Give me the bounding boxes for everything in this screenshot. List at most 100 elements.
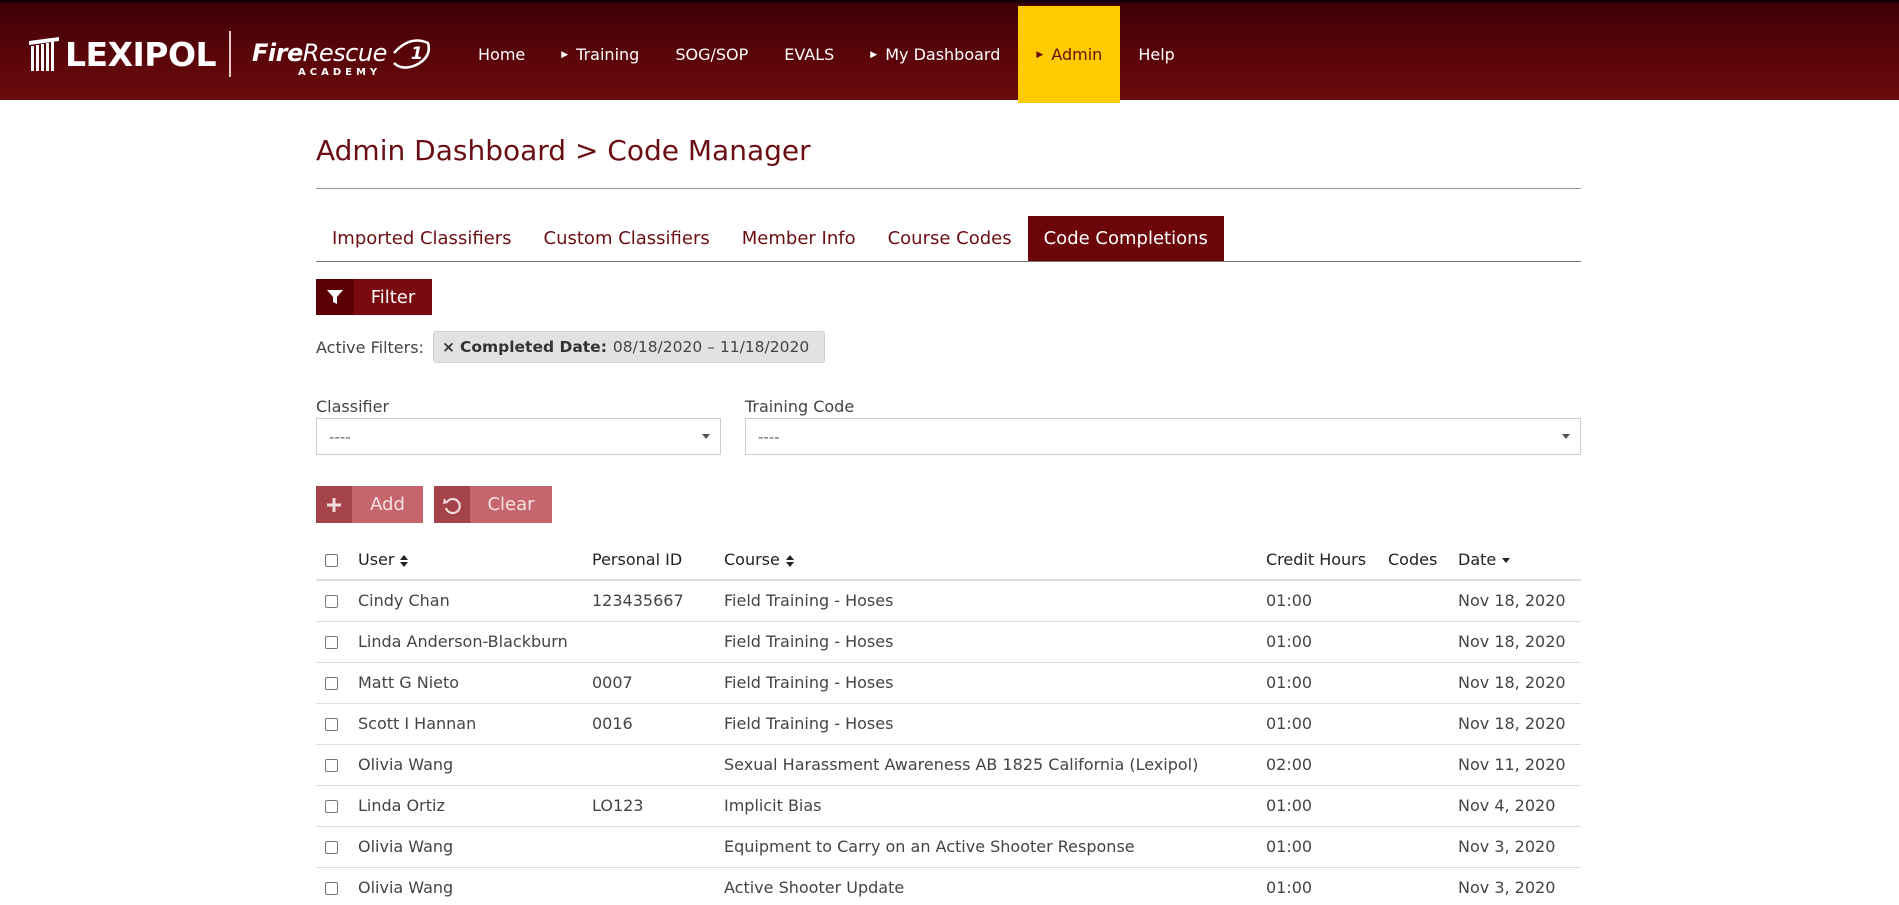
cell-course: Field Training - Hoses <box>724 580 1266 622</box>
nav-my-dashboard-label: My Dashboard <box>885 45 1001 64</box>
row-checkbox[interactable] <box>325 759 338 772</box>
tab-member-info[interactable]: Member Info <box>726 216 872 261</box>
cell-credit-hours: 01:00 <box>1266 662 1388 704</box>
row-select-cell <box>316 785 358 827</box>
column-header-codes: Codes <box>1388 540 1458 581</box>
table-row[interactable]: Olivia Wang Active Shooter Update 01:00 … <box>316 867 1581 905</box>
row-select-cell <box>316 662 358 704</box>
table-row[interactable]: Linda Ortiz LO123 Implicit Bias 01:00 No… <box>316 785 1581 827</box>
row-select-cell <box>316 580 358 622</box>
table-row[interactable]: Cindy Chan 123435667 Field Training - Ho… <box>316 580 1581 622</box>
column-header-user[interactable]: User <box>358 540 592 581</box>
nav-admin-label: Admin <box>1051 45 1103 64</box>
row-checkbox[interactable] <box>325 718 338 731</box>
table-header-row: User Personal ID Course Credit Hours Cod… <box>316 540 1581 581</box>
cell-course: Sexual Harassment Awareness AB 1825 Cali… <box>724 744 1266 786</box>
cell-credit-hours: 01:00 <box>1266 580 1388 622</box>
title-divider <box>316 188 1581 189</box>
nav-my-dashboard[interactable]: ▶ My Dashboard <box>852 6 1018 103</box>
table-row[interactable]: Linda Anderson-Blackburn Field Training … <box>316 621 1581 663</box>
row-checkbox[interactable] <box>325 800 338 813</box>
tab-code-completions[interactable]: Code Completions <box>1027 216 1224 261</box>
add-button-label: Add <box>352 486 423 523</box>
sort-both-icon <box>400 554 409 567</box>
completed-date-filter-chip[interactable]: × Completed Date: 08/18/2020 – 11/18/202… <box>432 331 826 363</box>
row-checkbox[interactable] <box>325 841 338 854</box>
nav-help[interactable]: Help <box>1120 6 1192 103</box>
cell-codes <box>1388 867 1458 905</box>
clear-button-label: Clear <box>470 486 552 523</box>
column-header-date[interactable]: Date <box>1458 540 1581 581</box>
page-title: Admin Dashboard > Code Manager <box>316 134 811 167</box>
training-code-select[interactable]: ---- <box>745 418 1581 455</box>
chevron-down-icon <box>702 434 710 439</box>
cell-codes <box>1388 580 1458 622</box>
nav-home[interactable]: Home <box>460 6 543 103</box>
column-header-date-label: Date <box>1458 550 1497 569</box>
nav-evals[interactable]: EVALS <box>766 6 852 103</box>
filter-chip-key: Completed Date: <box>459 338 607 356</box>
classifier-select-value: ---- <box>329 427 351 446</box>
table-row[interactable]: Matt G Nieto 0007 Field Training - Hoses… <box>316 662 1581 704</box>
chevron-down-icon <box>1562 434 1570 439</box>
classifier-select[interactable]: ---- <box>316 418 721 455</box>
cell-user: Matt G Nieto <box>358 662 592 704</box>
cell-course: Active Shooter Update <box>724 878 905 898</box>
row-select-cell <box>316 621 358 663</box>
row-select-cell <box>316 826 358 868</box>
tab-course-codes[interactable]: Course Codes <box>872 216 1028 261</box>
select-all-checkbox[interactable] <box>325 554 338 567</box>
active-filters: Active Filters: × Completed Date: 08/18/… <box>316 331 826 363</box>
cell-credit-hours: 02:00 <box>1266 744 1388 786</box>
nav-training[interactable]: ▶ Training <box>543 6 657 103</box>
classifier-label: Classifier <box>316 397 390 416</box>
clear-button[interactable]: Clear <box>434 486 552 523</box>
column-header-course-label: Course <box>724 550 780 569</box>
filter-button-label: Filter <box>354 279 432 315</box>
cell-codes <box>1388 621 1458 663</box>
row-checkbox[interactable] <box>325 636 338 649</box>
table-row[interactable]: Scott I Hannan 0016 Field Training - Hos… <box>316 703 1581 745</box>
caret-right-icon: ▶ <box>1036 49 1044 60</box>
filter-funnel-icon <box>316 279 354 315</box>
add-button[interactable]: Add <box>316 486 423 523</box>
select-all-cell <box>316 540 358 581</box>
tab-imported-classifiers[interactable]: Imported Classifiers <box>316 216 528 261</box>
column-header-course[interactable]: Course <box>724 540 1266 581</box>
row-checkbox[interactable] <box>325 882 338 896</box>
tab-custom-classifiers[interactable]: Custom Classifiers <box>528 216 726 261</box>
cell-personal-id <box>592 826 724 868</box>
cell-user: Olivia Wang <box>358 744 592 786</box>
cell-codes <box>1388 826 1458 868</box>
cell-date: Nov 3, 2020 <box>1458 826 1581 868</box>
filter-chip-value: 08/18/2020 – 11/18/2020 <box>612 338 810 356</box>
caret-right-icon: ▶ <box>561 49 569 60</box>
column-header-personal-id: Personal ID <box>592 540 724 581</box>
row-select-cell <box>316 703 358 745</box>
filter-button[interactable]: Filter <box>316 279 432 315</box>
lexipol-logo[interactable]: LEXIPOL <box>27 31 217 77</box>
firerescue1-academy-logo[interactable]: FireRescue ACADEMY 1 <box>252 31 432 79</box>
column-header-credit-hours: Credit Hours <box>1266 540 1388 581</box>
table-row[interactable]: Olivia Wang Sexual Harassment Awareness … <box>316 744 1581 786</box>
cell-codes <box>1388 703 1458 745</box>
cell-credit-hours: 01:00 <box>1266 703 1388 745</box>
cell-personal-id <box>592 867 724 905</box>
cell-user: Scott I Hannan <box>358 703 592 745</box>
row-checkbox[interactable] <box>325 677 338 690</box>
firerescue-wordmark: FireRescue <box>252 39 387 67</box>
cell-date: Nov 18, 2020 <box>1458 621 1581 663</box>
cell-course: Equipment to Carry on an Active Shooter … <box>724 826 1266 868</box>
cell-credit-hours: 01:00 <box>1266 785 1388 827</box>
table-row[interactable]: Olivia Wang Equipment to Carry on an Act… <box>316 826 1581 868</box>
row-checkbox[interactable] <box>325 595 338 609</box>
nav-sog-sop[interactable]: SOG/SOP <box>657 6 766 103</box>
cell-credit-hours: 01:00 <box>1266 621 1388 663</box>
cell-credit-hours: 01:00 <box>1266 878 1313 898</box>
nav-admin[interactable]: ▶ Admin <box>1018 6 1121 103</box>
cell-date: Nov 4, 2020 <box>1458 785 1581 827</box>
remove-filter-icon[interactable]: × <box>442 338 455 356</box>
cell-date: Nov 18, 2020 <box>1458 662 1581 704</box>
undo-icon <box>434 486 470 523</box>
cell-date: Nov 18, 2020 <box>1458 703 1581 745</box>
